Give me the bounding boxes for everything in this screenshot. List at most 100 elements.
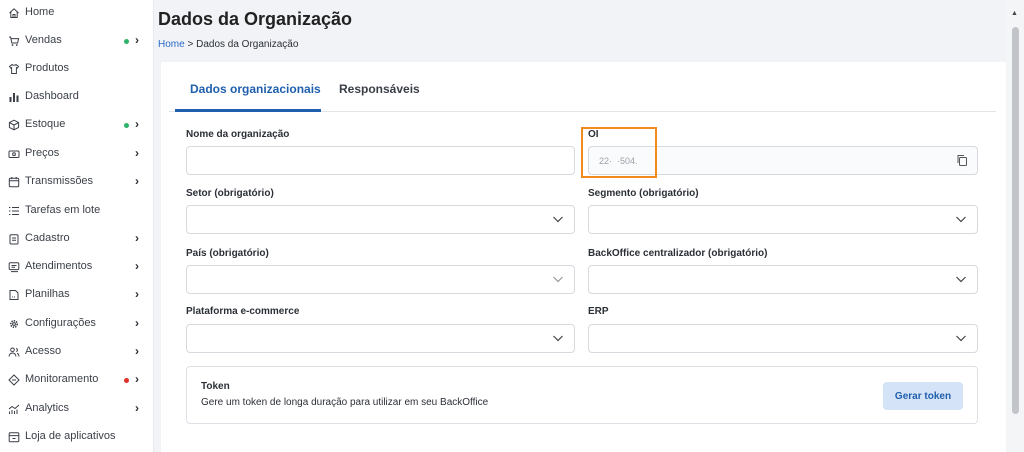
sidebar-item-label: Tarefas em lote [25,204,101,216]
box-icon [7,118,20,131]
sidebar-item-estoque[interactable]: Estoque › [0,113,154,137]
tab-bar: Dados organizacionais Responsáveis [169,62,996,112]
sidebar-item-monitoramento[interactable]: Monitoramento › [0,368,154,392]
breadcrumb-home-link[interactable]: Home [158,39,185,50]
sidebar-item-label: Home [25,6,55,18]
chevron-down-icon [956,335,966,342]
setor-label: Setor (obrigatório) [186,188,274,199]
sidebar-item-label: Loja de aplicativos [25,430,116,442]
setor-select[interactable] [186,205,575,234]
status-dot [124,378,129,383]
chat-icon [7,260,20,273]
diamond-icon [7,373,20,386]
chevron-down-icon [553,216,563,223]
chevron-right-icon: › [135,174,139,188]
sidebar-item-label: Analytics [25,402,70,414]
chevron-right-icon: › [135,259,139,273]
backoffice-label: BackOffice centralizador (obrigatório) [588,248,768,259]
sidebar-item-label: Produtos [25,62,70,74]
analytics-icon [7,402,20,415]
cart-icon [7,34,20,47]
sidebar-item-acesso[interactable]: Acesso › [0,340,154,364]
spreadsheet-icon [7,288,20,301]
sidebar-item-transmissoes[interactable]: Transmissões › [0,170,154,194]
sidebar-item-tarefas-em-lote[interactable]: Tarefas em lote [0,199,154,223]
plataforma-select[interactable] [186,324,575,353]
chevron-down-icon [553,276,563,283]
sidebar-item-cadastro[interactable]: Cadastro › [0,227,154,251]
chevron-right-icon: › [135,231,139,245]
scroll-up-icon[interactable]: ▲ [1011,10,1018,17]
chevron-right-icon: › [135,401,139,415]
sidebar-item-label: Dashboard [25,90,79,102]
sidebar-item-label: Transmissões [25,175,94,187]
tab-dados-organizacionais[interactable]: Dados organizacionais [190,82,321,96]
sidebar-item-planilhas[interactable]: Planilhas › [0,283,154,307]
chevron-right-icon: › [135,117,139,131]
scrollbar-thumb[interactable] [1012,27,1019,414]
chevron-right-icon: › [135,146,139,160]
chevron-right-icon: › [135,372,139,386]
chevron-right-icon: › [135,33,139,47]
sidebar-item-home[interactable]: Home [0,1,154,25]
bar-chart-icon [7,90,20,103]
org-name-input[interactable] [187,147,574,174]
price-tag-icon [7,147,20,160]
segmento-select[interactable] [588,205,978,234]
token-panel: Token Gere um token de longa duração par… [186,366,978,424]
pais-select[interactable] [186,265,575,294]
sidebar-item-atendimentos[interactable]: Atendimentos › [0,255,154,279]
sidebar-item-loja-de-aplicativos[interactable]: Loja de aplicativos [0,425,154,449]
scrollbar[interactable]: ▲ [1006,0,1024,452]
home-icon [7,6,20,19]
chevron-right-icon: › [135,344,139,358]
sidebar-item-vendas[interactable]: Vendas › [0,29,154,53]
status-dot [124,123,129,128]
calendar-icon [7,175,20,188]
breadcrumb-current: Dados da Organização [196,39,299,50]
page-title: Dados da Organização [158,9,353,29]
sidebar-item-precos[interactable]: Preços › [0,142,154,166]
chevron-right-icon: › [135,316,139,330]
shirt-icon [7,62,20,75]
chevron-down-icon [956,276,966,283]
generate-token-button[interactable]: Gerar token [883,382,963,410]
sidebar-item-label: Acesso [25,345,62,357]
token-description: Gere um token de longa duração para util… [201,397,489,408]
sidebar-item-configuracoes[interactable]: Configurações › [0,312,154,336]
gear-icon [7,317,20,330]
sidebar-item-label: Preços [25,147,60,159]
sidebar-item-label: Estoque [25,118,66,130]
breadcrumb-separator: > [187,39,194,50]
main-content: Dados da Organização Home > Dados da Org… [154,0,1006,452]
sidebar-item-dashboard[interactable]: Dashboard [0,85,154,109]
users-icon [7,345,20,358]
sidebar-item-produtos[interactable]: Produtos [0,57,154,81]
erp-select[interactable] [588,324,978,353]
sidebar-item-label: Cadastro [25,232,70,244]
token-title: Token [201,381,230,392]
sidebar-item-label: Planilhas [25,288,70,300]
status-dot [124,39,129,44]
sidebar: Home Vendas › Produtos Dashboard Estoque… [0,0,154,452]
breadcrumb: Home > Dados da Organização [158,39,298,50]
oi-highlight-box [581,127,657,178]
clipboard-icon [7,232,20,245]
list-icon [7,204,20,217]
org-name-field[interactable] [186,146,575,175]
active-tab-indicator [175,109,321,112]
sidebar-item-label: Monitoramento [25,373,99,385]
chevron-down-icon [553,335,563,342]
sidebar-item-analytics[interactable]: Analytics › [0,397,154,421]
backoffice-select[interactable] [588,265,978,294]
sidebar-item-label: Configurações [25,317,96,329]
store-icon [7,430,20,443]
pais-label: País (obrigatório) [186,248,269,259]
copy-icon[interactable] [956,154,968,167]
tab-responsaveis[interactable]: Responsáveis [339,82,420,96]
sidebar-item-label: Vendas [25,34,62,46]
plataforma-label: Plataforma e-commerce [186,306,300,317]
chevron-right-icon: › [135,287,139,301]
sidebar-item-label: Atendimentos [25,260,93,272]
erp-label: ERP [588,306,609,317]
